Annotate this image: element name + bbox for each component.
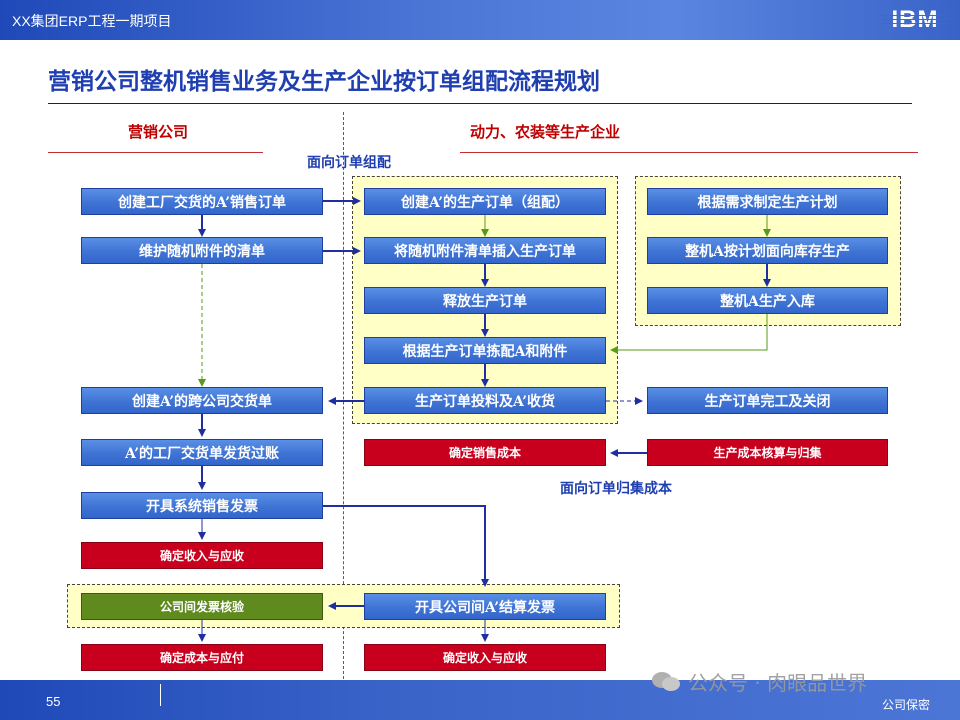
header-bar: XX集团ERP工程一期项目 IBM	[0, 0, 960, 40]
create-intercompany-delivery-box: 创建A’的跨公司交货单	[81, 387, 323, 414]
confirm-cost-payable-box: 确定成本与应付	[81, 644, 323, 671]
note-order-assembly: 面向订单组配	[307, 155, 391, 171]
footer-divider	[160, 684, 161, 706]
wechat-icon	[652, 672, 680, 691]
page-number: 55	[46, 694, 61, 709]
issue-sales-invoice-box: 开具系统销售发票	[81, 492, 323, 519]
lane-label-sales-company: 营销公司	[128, 123, 189, 141]
create-sales-order-box: 创建工厂交货的A’销售订单	[81, 188, 323, 215]
lane-rule-left	[48, 152, 263, 153]
slide-title: 营销公司整机销售业务及生产企业按订单组配流程规划	[48, 69, 600, 95]
make-to-stock-box: 整机A按计划面向库存生产	[647, 237, 888, 264]
ibm-logo: IBM	[882, 6, 948, 34]
lane-label-producers: 动力、农装等生产企业	[470, 123, 621, 141]
maintain-accessories-box: 维护随机附件的清单	[81, 237, 323, 264]
project-name: XX集团ERP工程一期项目	[12, 13, 172, 29]
release-production-order-box: 释放生产订单	[364, 287, 606, 314]
confidential-label: 公司保密	[881, 698, 930, 712]
confirm-sales-cost-box: 确定销售成本	[364, 439, 606, 466]
note-order-costing: 面向订单归集成本	[560, 481, 672, 497]
lane-rule-right	[460, 152, 918, 153]
order-complete-close-box: 生产订单完工及关闭	[647, 387, 888, 414]
production-cost-settlement-box: 生产成本核算与归集	[647, 439, 888, 466]
verify-intercompany-invoice-box: 公司间发票核验	[81, 593, 323, 620]
insert-accessories-box: 将随机附件清单插入生产订单	[364, 237, 606, 264]
production-input-receipt-box: 生产订单投料及A’收货	[364, 387, 606, 414]
confirm-revenue-left-box: 确定收入与应收	[81, 542, 323, 569]
issue-intercompany-invoice-box: 开具公司间A’结算发票	[364, 593, 606, 620]
title-underline	[48, 103, 912, 104]
post-delivery-box: A’的工厂交货单发货过账	[81, 439, 323, 466]
watermark: 公众号 · 肉眼品世界	[688, 671, 868, 695]
arrow-invoice-to-intercompany-invoice	[323, 505, 489, 587]
create-production-order-box: 创建A’的生产订单（组配）	[364, 188, 606, 215]
pick-a-accessories-box: 根据生产订单拣配A和附件	[364, 337, 606, 364]
stock-in-box: 整机A生产入库	[647, 287, 888, 314]
production-plan-box: 根据需求制定生产计划	[647, 188, 888, 215]
confirm-revenue-right-box: 确定收入与应收	[364, 644, 606, 671]
